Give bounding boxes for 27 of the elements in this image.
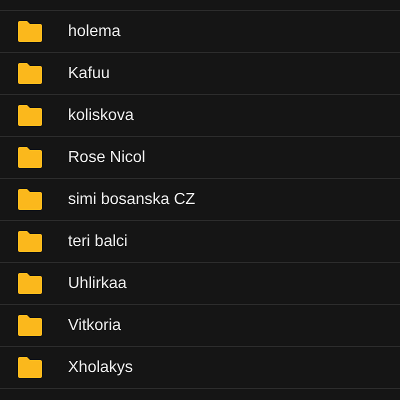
folder-icon	[18, 147, 42, 168]
folder-row[interactable]: Rose Nicol	[0, 137, 400, 179]
folder-name: Rose Nicol	[68, 148, 146, 168]
folder-name: Xholakys	[68, 358, 133, 378]
folder-icon	[18, 273, 42, 294]
folder-icon	[18, 21, 42, 42]
folder-row[interactable]: Kafuu	[0, 53, 400, 95]
folder-icon	[18, 63, 42, 84]
folder-name: koliskova	[68, 106, 134, 126]
folder-icon	[18, 189, 42, 210]
folder-name: Uhlirkaa	[68, 274, 127, 294]
folder-row[interactable]: holema	[0, 11, 400, 53]
folder-row[interactable]: Uhlirkaa	[0, 263, 400, 305]
folder-row[interactable]: koliskova	[0, 95, 400, 137]
folder-name: Vitkoria	[68, 316, 122, 336]
folder-icon	[18, 231, 42, 252]
folder-row[interactable]: teri balci	[0, 221, 400, 263]
folder-name: Kafuu	[68, 64, 110, 84]
folder-icon	[18, 105, 42, 126]
folder-row[interactable]: Vitkoria	[0, 305, 400, 347]
folder-name: simi bosanska CZ	[68, 190, 196, 210]
folder-row[interactable]: simi bosanska CZ	[0, 179, 400, 221]
folder-icon	[18, 315, 42, 336]
folder-row[interactable]: Xholakys	[0, 347, 400, 389]
folder-icon	[18, 357, 42, 378]
folder-name: teri balci	[68, 232, 128, 252]
folder-name: holema	[68, 22, 120, 42]
